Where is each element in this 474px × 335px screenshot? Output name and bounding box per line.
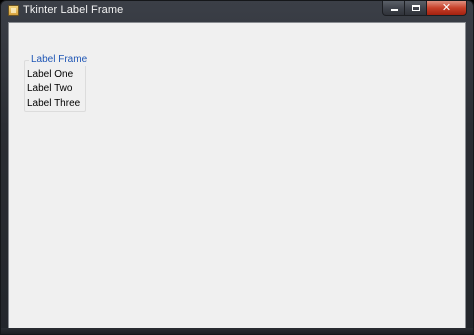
label-three: Label Three: [27, 98, 81, 109]
label-one: Label One: [27, 69, 74, 80]
maximize-icon: [412, 5, 420, 11]
label-frame: Label Frame Label One Label Two Label Th…: [24, 54, 90, 112]
maximize-button[interactable]: [405, 1, 427, 16]
tk-feather-icon[interactable]: [8, 5, 19, 16]
minimize-button[interactable]: [382, 1, 405, 16]
label-two: Label Two: [27, 83, 73, 94]
window-title: Tkinter Label Frame: [23, 4, 124, 16]
client-area: Label Frame Label One Label Two Label Th…: [8, 22, 466, 329]
title-bar[interactable]: Tkinter Label Frame ✕: [1, 1, 473, 21]
close-icon: ✕: [441, 1, 452, 14]
window-controls: ✕: [382, 1, 467, 16]
app-window: Tkinter Label Frame ✕ Label Frame Label …: [0, 0, 474, 335]
minimize-icon: [391, 9, 398, 11]
close-button[interactable]: ✕: [427, 1, 467, 16]
window-bottom-border[interactable]: [1, 328, 473, 334]
label-frame-title: Label Frame: [29, 54, 90, 66]
